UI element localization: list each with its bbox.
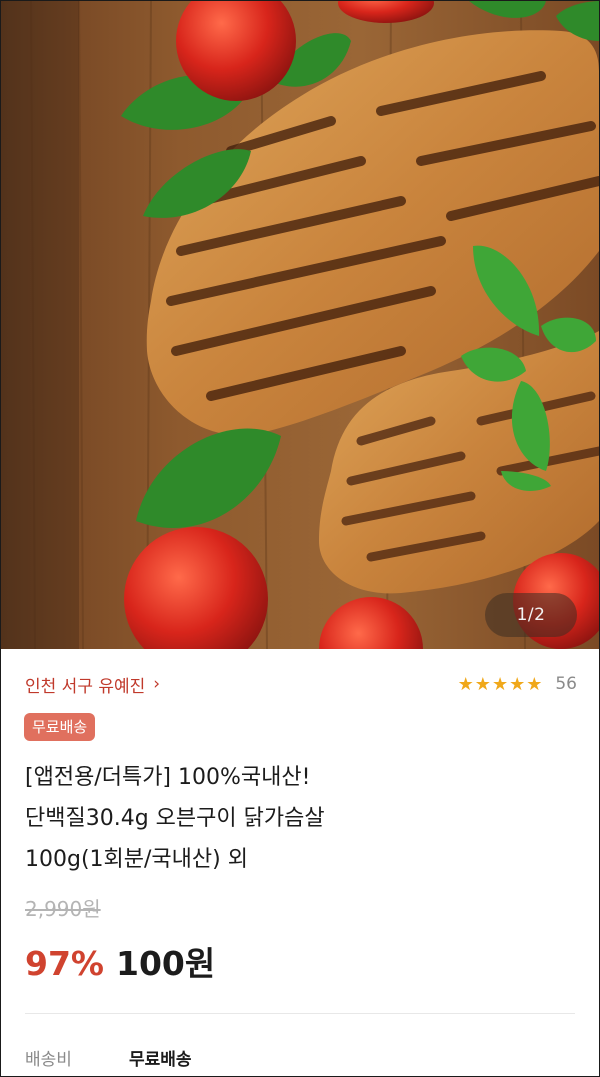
shipping-fee-value: 무료배송 — [129, 1050, 192, 1070]
chevron-right-icon: › — [153, 673, 161, 694]
seller-rating-row: 인천 서구 유예진 › ★★★★★ 56 — [25, 669, 577, 699]
original-price: 2,990원 — [25, 897, 101, 921]
star-rating-icon: ★★★★★ — [457, 673, 544, 695]
discount-rate: 97% — [25, 944, 104, 983]
seller-link[interactable]: 인천 서구 유예진 › — [25, 672, 160, 697]
free-shipping-badge: 무료배송 — [24, 713, 96, 741]
product-photo — [1, 1, 599, 649]
review-count: 56 — [555, 674, 577, 694]
sale-price: 100원 — [116, 944, 216, 983]
shipping-fee-row: 배송비 무료배송 — [25, 1045, 192, 1070]
product-title-line: 100g(1회분/국내산) 외 — [25, 847, 248, 872]
image-pager-indicator: 1/2 — [485, 593, 577, 637]
price-row: 97% 100원 — [25, 937, 215, 985]
seller-name: 인천 서구 유예진 — [25, 676, 146, 697]
product-detail-page: 1/2 인천 서구 유예진 › ★★★★★ 56 무료배송 [앱전용/더특가] … — [0, 0, 600, 1077]
product-title-line: [앱전용/더특가] 100%국내산! — [25, 765, 311, 790]
divider — [25, 1013, 575, 1014]
rating-summary[interactable]: ★★★★★ 56 — [458, 674, 577, 695]
product-image-gallery[interactable]: 1/2 — [1, 1, 599, 649]
product-title: [앱전용/더특가] 100%국내산! 단백질30.4g 오븐구이 닭가슴살 10… — [25, 757, 575, 880]
product-title-line: 단백질30.4g 오븐구이 닭가슴살 — [25, 806, 325, 831]
shipping-fee-label: 배송비 — [25, 1050, 72, 1070]
